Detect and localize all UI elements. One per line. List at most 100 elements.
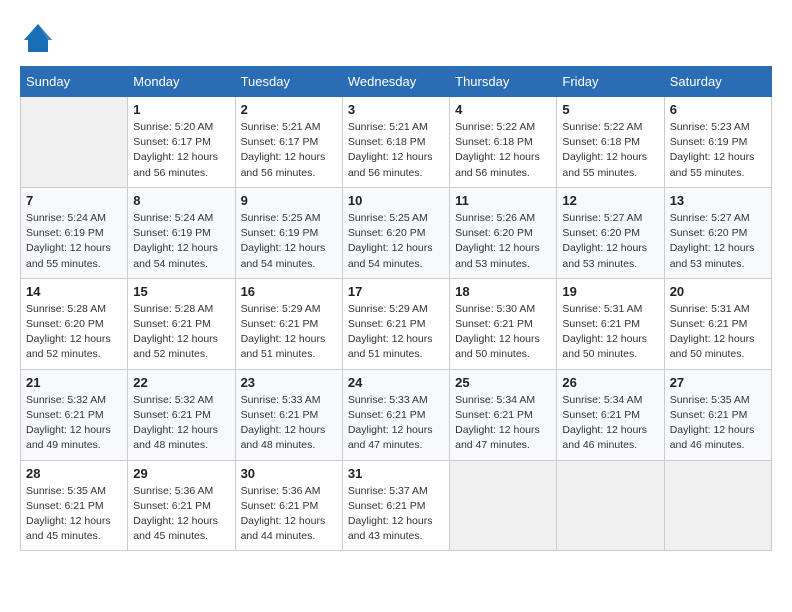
day-info: Sunrise: 5:31 AM Sunset: 6:21 PM Dayligh… bbox=[562, 302, 658, 363]
day-info: Sunrise: 5:30 AM Sunset: 6:21 PM Dayligh… bbox=[455, 302, 551, 363]
weekday-header: Wednesday bbox=[342, 67, 449, 97]
calendar-cell: 30 Sunrise: 5:36 AM Sunset: 6:21 PM Dayli… bbox=[235, 460, 342, 551]
calendar-cell: 11 Sunrise: 5:26 AM Sunset: 6:20 PM Dayli… bbox=[450, 187, 557, 278]
calendar-cell: 7Sunrise: 5:24 AM Sunset: 6:19 PM Daylig… bbox=[21, 187, 128, 278]
day-number: 30 bbox=[241, 466, 337, 481]
day-info: Sunrise: 5:29 AM Sunset: 6:21 PM Dayligh… bbox=[348, 302, 444, 363]
day-number: 31 bbox=[348, 466, 444, 481]
weekday-header: Sunday bbox=[21, 67, 128, 97]
day-info: Sunrise: 5:29 AM Sunset: 6:21 PM Dayligh… bbox=[241, 302, 337, 363]
day-info: Sunrise: 5:36 AM Sunset: 6:21 PM Dayligh… bbox=[241, 484, 337, 545]
day-info: Sunrise: 5:28 AM Sunset: 6:20 PM Dayligh… bbox=[26, 302, 122, 363]
weekday-header: Tuesday bbox=[235, 67, 342, 97]
day-info: Sunrise: 5:22 AM Sunset: 6:18 PM Dayligh… bbox=[455, 120, 551, 181]
weekday-header: Thursday bbox=[450, 67, 557, 97]
calendar-cell: 25Sunrise: 5:34 AM Sunset: 6:21 PM Dayli… bbox=[450, 369, 557, 460]
calendar-cell: 28 Sunrise: 5:35 AM Sunset: 6:21 PM Dayli… bbox=[21, 460, 128, 551]
calendar-cell: 18Sunrise: 5:30 AM Sunset: 6:21 PM Dayli… bbox=[450, 278, 557, 369]
day-info: Sunrise: 5:27 AM Sunset: 6:20 PM Dayligh… bbox=[562, 211, 658, 272]
day-number: 8 bbox=[133, 193, 229, 208]
calendar-cell: 23 Sunrise: 5:33 AM Sunset: 6:21 PM Dayli… bbox=[235, 369, 342, 460]
day-info: Sunrise: 5:35 AM Sunset: 6:21 PM Dayligh… bbox=[670, 393, 766, 454]
day-number: 6 bbox=[670, 102, 766, 117]
day-number: 1 bbox=[133, 102, 229, 117]
day-number: 10 bbox=[348, 193, 444, 208]
day-info: Sunrise: 5:32 AM Sunset: 6:21 PM Dayligh… bbox=[26, 393, 122, 454]
day-number: 17 bbox=[348, 284, 444, 299]
calendar-cell: 27 Sunrise: 5:35 AM Sunset: 6:21 PM Dayli… bbox=[664, 369, 771, 460]
day-info: Sunrise: 5:25 AM Sunset: 6:20 PM Dayligh… bbox=[348, 211, 444, 272]
calendar-cell bbox=[664, 460, 771, 551]
logo-icon bbox=[20, 20, 56, 56]
day-number: 28 bbox=[26, 466, 122, 481]
day-info: Sunrise: 5:34 AM Sunset: 6:21 PM Dayligh… bbox=[562, 393, 658, 454]
day-info: Sunrise: 5:35 AM Sunset: 6:21 PM Dayligh… bbox=[26, 484, 122, 545]
day-number: 11 bbox=[455, 193, 551, 208]
calendar-cell: 26 Sunrise: 5:34 AM Sunset: 6:21 PM Dayli… bbox=[557, 369, 664, 460]
calendar-cell: 16 Sunrise: 5:29 AM Sunset: 6:21 PM Dayli… bbox=[235, 278, 342, 369]
day-number: 4 bbox=[455, 102, 551, 117]
day-info: Sunrise: 5:22 AM Sunset: 6:18 PM Dayligh… bbox=[562, 120, 658, 181]
calendar-cell: 14 Sunrise: 5:28 AM Sunset: 6:20 PM Dayli… bbox=[21, 278, 128, 369]
day-number: 13 bbox=[670, 193, 766, 208]
day-number: 27 bbox=[670, 375, 766, 390]
calendar-cell bbox=[21, 97, 128, 188]
day-info: Sunrise: 5:33 AM Sunset: 6:21 PM Dayligh… bbox=[348, 393, 444, 454]
day-info: Sunrise: 5:33 AM Sunset: 6:21 PM Dayligh… bbox=[241, 393, 337, 454]
calendar-week-row: 28 Sunrise: 5:35 AM Sunset: 6:21 PM Dayli… bbox=[21, 460, 772, 551]
calendar-cell: 20 Sunrise: 5:31 AM Sunset: 6:21 PM Dayli… bbox=[664, 278, 771, 369]
day-number: 20 bbox=[670, 284, 766, 299]
calendar-cell: 6Sunrise: 5:23 AM Sunset: 6:19 PM Daylig… bbox=[664, 97, 771, 188]
calendar-cell: 10 Sunrise: 5:25 AM Sunset: 6:20 PM Dayli… bbox=[342, 187, 449, 278]
calendar-week-row: 1Sunrise: 5:20 AM Sunset: 6:17 PM Daylig… bbox=[21, 97, 772, 188]
day-number: 24 bbox=[348, 375, 444, 390]
calendar-table: SundayMondayTuesdayWednesdayThursdayFrid… bbox=[20, 66, 772, 551]
calendar-cell: 2 Sunrise: 5:21 AM Sunset: 6:17 PM Daylig… bbox=[235, 97, 342, 188]
calendar-week-row: 14 Sunrise: 5:28 AM Sunset: 6:20 PM Dayli… bbox=[21, 278, 772, 369]
day-number: 26 bbox=[562, 375, 658, 390]
day-info: Sunrise: 5:21 AM Sunset: 6:17 PM Dayligh… bbox=[241, 120, 337, 181]
day-info: Sunrise: 5:28 AM Sunset: 6:21 PM Dayligh… bbox=[133, 302, 229, 363]
calendar-cell: 19 Sunrise: 5:31 AM Sunset: 6:21 PM Dayli… bbox=[557, 278, 664, 369]
calendar-cell: 8 Sunrise: 5:24 AM Sunset: 6:19 PM Daylig… bbox=[128, 187, 235, 278]
calendar-cell bbox=[557, 460, 664, 551]
day-info: Sunrise: 5:37 AM Sunset: 6:21 PM Dayligh… bbox=[348, 484, 444, 545]
day-number: 7 bbox=[26, 193, 122, 208]
calendar-cell: 3 Sunrise: 5:21 AM Sunset: 6:18 PM Daylig… bbox=[342, 97, 449, 188]
calendar-cell: 12 Sunrise: 5:27 AM Sunset: 6:20 PM Dayli… bbox=[557, 187, 664, 278]
logo bbox=[20, 20, 62, 56]
calendar-cell: 5Sunrise: 5:22 AM Sunset: 6:18 PM Daylig… bbox=[557, 97, 664, 188]
day-number: 21 bbox=[26, 375, 122, 390]
day-info: Sunrise: 5:26 AM Sunset: 6:20 PM Dayligh… bbox=[455, 211, 551, 272]
weekday-header: Saturday bbox=[664, 67, 771, 97]
day-number: 3 bbox=[348, 102, 444, 117]
calendar-cell: 1Sunrise: 5:20 AM Sunset: 6:17 PM Daylig… bbox=[128, 97, 235, 188]
calendar-cell: 29 Sunrise: 5:36 AM Sunset: 6:21 PM Dayli… bbox=[128, 460, 235, 551]
calendar-cell: 21 Sunrise: 5:32 AM Sunset: 6:21 PM Dayli… bbox=[21, 369, 128, 460]
calendar-week-row: 21 Sunrise: 5:32 AM Sunset: 6:21 PM Dayli… bbox=[21, 369, 772, 460]
calendar-cell: 22 Sunrise: 5:32 AM Sunset: 6:21 PM Dayli… bbox=[128, 369, 235, 460]
day-info: Sunrise: 5:27 AM Sunset: 6:20 PM Dayligh… bbox=[670, 211, 766, 272]
day-info: Sunrise: 5:36 AM Sunset: 6:21 PM Dayligh… bbox=[133, 484, 229, 545]
calendar-cell bbox=[450, 460, 557, 551]
day-number: 19 bbox=[562, 284, 658, 299]
calendar-cell: 4 Sunrise: 5:22 AM Sunset: 6:18 PM Daylig… bbox=[450, 97, 557, 188]
calendar-header-row: SundayMondayTuesdayWednesdayThursdayFrid… bbox=[21, 67, 772, 97]
day-number: 22 bbox=[133, 375, 229, 390]
day-number: 29 bbox=[133, 466, 229, 481]
day-number: 25 bbox=[455, 375, 551, 390]
calendar-cell: 31 Sunrise: 5:37 AM Sunset: 6:21 PM Dayli… bbox=[342, 460, 449, 551]
day-number: 14 bbox=[26, 284, 122, 299]
calendar-cell: 9Sunrise: 5:25 AM Sunset: 6:19 PM Daylig… bbox=[235, 187, 342, 278]
day-info: Sunrise: 5:31 AM Sunset: 6:21 PM Dayligh… bbox=[670, 302, 766, 363]
weekday-header: Friday bbox=[557, 67, 664, 97]
day-number: 12 bbox=[562, 193, 658, 208]
day-number: 23 bbox=[241, 375, 337, 390]
day-number: 15 bbox=[133, 284, 229, 299]
day-number: 16 bbox=[241, 284, 337, 299]
day-info: Sunrise: 5:24 AM Sunset: 6:19 PM Dayligh… bbox=[133, 211, 229, 272]
weekday-header: Monday bbox=[128, 67, 235, 97]
day-info: Sunrise: 5:32 AM Sunset: 6:21 PM Dayligh… bbox=[133, 393, 229, 454]
day-info: Sunrise: 5:21 AM Sunset: 6:18 PM Dayligh… bbox=[348, 120, 444, 181]
day-number: 2 bbox=[241, 102, 337, 117]
